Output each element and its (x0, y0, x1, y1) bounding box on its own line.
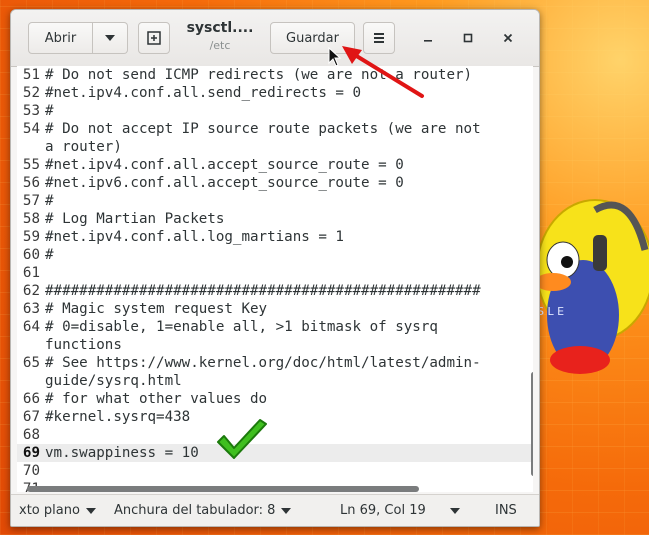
line-number: 64 (22, 319, 40, 335)
document-path: /etc (209, 39, 231, 52)
line-text: # Log Martian Packets (45, 211, 225, 227)
editor-line[interactable]: guide/sysrq.html (17, 372, 533, 390)
line-number: 52 (22, 85, 40, 101)
insert-mode-indicator[interactable]: INS (495, 503, 517, 518)
mouse-pointer-icon (328, 47, 342, 67)
line-text: # See https://www.kernel.org/doc/html/la… (45, 355, 481, 371)
svg-text:S L E: S L E (537, 305, 564, 318)
line-number: 54 (22, 121, 40, 137)
penguin-mascot-icon: S L E (535, 199, 649, 374)
line-text: a router) (45, 139, 122, 155)
maximize-icon (463, 33, 473, 43)
editor-line[interactable]: 61 (17, 264, 533, 282)
checkmark-icon (217, 419, 267, 459)
tab-width-selector[interactable]: Anchura del tabulador: 8 (114, 503, 292, 518)
editor-line[interactable]: 54 # Do not accept IP source route packet… (17, 120, 533, 138)
new-document-icon (147, 31, 161, 45)
insert-mode-label: INS (495, 503, 517, 518)
maximize-button[interactable] (457, 27, 479, 49)
editor-line[interactable]: 67 #kernel.sysrq=438 (17, 408, 533, 426)
line-number: 56 (22, 175, 40, 191)
editor-line[interactable]: a router) (17, 138, 533, 156)
chevron-down-icon (281, 507, 292, 514)
line-text: #kernel.sysrq=438 (45, 409, 191, 425)
line-text: vm.swappiness = 10 (45, 445, 199, 461)
line-number: 57 (22, 193, 40, 209)
header-bar: Abrir sysctl.... /etc Guardar (11, 10, 539, 67)
line-number: 66 (22, 391, 40, 407)
line-text: # for what other values do (45, 391, 268, 407)
document-title: sysctl.... (186, 20, 254, 36)
line-text: guide/sysrq.html (45, 373, 182, 389)
line-text: # (45, 247, 54, 263)
line-number: 69 (22, 445, 40, 461)
editor-line[interactable]: 64 # 0=disable, 1=enable all, >1 bitmask … (17, 318, 533, 336)
chevron-down-icon (85, 507, 96, 514)
editor-line[interactable]: 68 (17, 426, 533, 444)
editor-line[interactable]: 53 # (17, 102, 533, 120)
line-text: # (45, 193, 54, 209)
editor-line[interactable]: 59 #net.ipv4.conf.all.log_martians = 1 (17, 228, 533, 246)
annotation-arrow-icon (342, 46, 424, 98)
line-number: 70 (22, 463, 40, 479)
line-text: #net.ipv4.conf.all.send_redirects = 0 (45, 85, 362, 101)
line-number: 62 (22, 283, 40, 299)
syntax-selector[interactable]: xto plano (19, 503, 96, 518)
line-number: 67 (22, 409, 40, 425)
tab-width-label: Anchura del tabulador: 8 (114, 503, 276, 518)
editor-line[interactable]: 62 ######################################… (17, 282, 533, 300)
cursor-position-label: Ln 69, Col 19 (340, 503, 426, 518)
line-number: 58 (22, 211, 40, 227)
editor-line[interactable]: 65 # See https://www.kernel.org/doc/html/… (17, 354, 533, 372)
line-text: ########################################… (45, 283, 481, 299)
editor-line[interactable]: 52 #net.ipv4.conf.all.send_redirects = 0 (17, 84, 533, 102)
open-button-label: Abrir (44, 30, 77, 46)
line-number: 51 (22, 67, 40, 83)
line-number: 60 (22, 247, 40, 263)
line-number: 59 (22, 229, 40, 245)
close-icon (503, 33, 513, 43)
line-text: functions (45, 337, 122, 353)
close-button[interactable] (497, 27, 519, 49)
line-text: #net.ipv4.conf.all.log_martians = 1 (45, 229, 344, 245)
editor-line[interactable]: 55 #net.ipv4.conf.all.accept_source_route… (17, 156, 533, 174)
open-recent-dropdown-button[interactable] (93, 22, 128, 54)
text-editor-window: Abrir sysctl.... /etc Guardar 51 # Do no… (10, 9, 540, 527)
chevron-down-icon (105, 35, 115, 41)
current-line[interactable]: 69 vm.swappiness = 10 (17, 444, 533, 462)
vertical-scrollbar[interactable] (531, 372, 533, 476)
line-text: #net.ipv4.conf.all.accept_source_route =… (45, 157, 404, 173)
editor-line[interactable]: 51 # Do not send ICMP redirects (we are n… (17, 66, 533, 84)
chevron-down-icon (449, 507, 460, 514)
status-bar: xto plano Anchura del tabulador: 8 Ln 69… (11, 494, 539, 526)
line-text: # (45, 103, 54, 119)
line-number: 68 (22, 427, 40, 443)
editor-line[interactable]: 57 # (17, 192, 533, 210)
line-text: #net.ipv6.conf.all.accept_source_route =… (45, 175, 404, 191)
line-text: # 0=disable, 1=enable all, >1 bitmask of… (45, 319, 438, 335)
line-number: 61 (22, 265, 40, 281)
editor-line[interactable]: 66 # for what other values do (17, 390, 533, 408)
editor-line[interactable]: 70 (17, 462, 533, 480)
editor-line[interactable]: 56 #net.ipv6.conf.all.accept_source_route… (17, 174, 533, 192)
editor-line[interactable]: functions (17, 336, 533, 354)
new-document-button[interactable] (138, 22, 170, 54)
editor-line[interactable]: 58 # Log Martian Packets (17, 210, 533, 228)
line-number: 55 (22, 157, 40, 173)
text-editor-area[interactable]: 51 # Do not send ICMP redirects (we are n… (17, 66, 533, 492)
line-number: 65 (22, 355, 40, 371)
editor-line[interactable]: 60 # (17, 246, 533, 264)
open-button[interactable]: Abrir (28, 22, 93, 54)
syntax-label: xto plano (19, 503, 80, 518)
line-text: # Do not accept IP source route packets … (45, 121, 481, 137)
line-number: 53 (22, 103, 40, 119)
horizontal-scrollbar[interactable] (27, 486, 419, 492)
line-text: # Magic system request Key (45, 301, 268, 317)
editor-line[interactable]: 63 # Magic system request Key (17, 300, 533, 318)
cursor-position-selector[interactable]: Ln 69, Col 19 (340, 503, 460, 518)
window-title: sysctl.... /etc (179, 20, 261, 52)
line-number: 63 (22, 301, 40, 317)
